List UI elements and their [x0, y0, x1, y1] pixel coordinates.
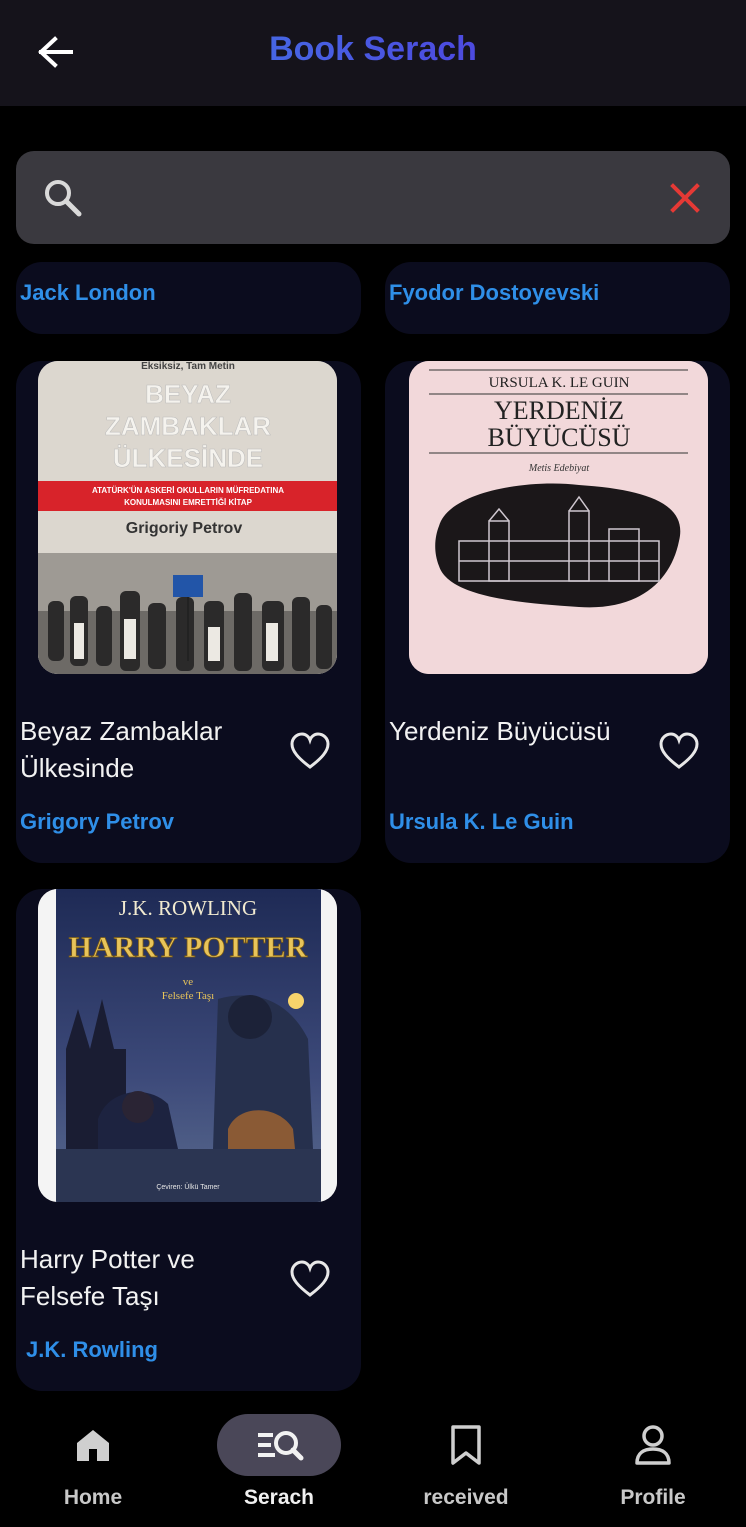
- book-title[interactable]: Yerdeniz Büyücüsü: [389, 713, 639, 750]
- book-cover[interactable]: J.K. ROWLING HARRY POTTER ve Felsefe Taş…: [38, 889, 337, 1202]
- book-cover[interactable]: Eksiksiz, Tam Metin BEYAZ ZAMBAKLAR ÜLKE…: [38, 361, 337, 674]
- book-title[interactable]: Harry Potter ve Felsefe Taşı: [20, 1241, 270, 1315]
- book-author[interactable]: Jack London: [20, 280, 156, 306]
- nav-profile[interactable]: Profile: [588, 1414, 718, 1524]
- cover-title-line: YERDENİZ: [494, 396, 624, 425]
- search-input[interactable]: [106, 171, 650, 225]
- search-icon: [45, 180, 82, 217]
- cover-publisher: Metis Edebiyat: [528, 463, 589, 474]
- cover-title-line: ZAMBAKLAR: [105, 411, 271, 441]
- cover-translator: Çeviren: Ülkü Tamer: [156, 1183, 220, 1191]
- cover-title-line: BÜYÜCÜSÜ: [487, 423, 630, 452]
- cover-author: URSULA K. LE GUIN: [489, 375, 630, 391]
- book-card[interactable]: URSULA K. LE GUIN YERDENİZ BÜYÜCÜSÜ Meti…: [385, 361, 730, 863]
- nav-received[interactable]: received: [401, 1414, 531, 1524]
- cover-title: HARRY POTTER: [69, 931, 308, 964]
- nav-label: Home: [63, 1486, 123, 1509]
- cover-author: J.K. ROWLING: [119, 896, 257, 920]
- nav-home[interactable]: Home: [28, 1414, 158, 1524]
- cover-banner-line: KONULMASINI EMRETTİĞİ KİTAP: [124, 498, 253, 507]
- close-icon[interactable]: [664, 177, 706, 219]
- heart-icon[interactable]: [657, 729, 701, 773]
- book-cover[interactable]: URSULA K. LE GUIN YERDENİZ BÜYÜCÜSÜ Meti…: [409, 361, 708, 674]
- bottom-navigation: Home Serach received Profile: [0, 1400, 746, 1527]
- heart-icon[interactable]: [288, 1257, 332, 1301]
- book-card[interactable]: Fyodor Dostoyevski: [385, 262, 730, 334]
- bookmark-icon: [451, 1425, 481, 1465]
- search-list-icon: [258, 1431, 304, 1461]
- person-icon: [635, 1425, 671, 1465]
- cover-banner-line: ATATÜRK'ÜN ASKERİ OKULLARIN MÜFREDATINA: [92, 486, 284, 495]
- app-bar: Book Serach: [0, 0, 746, 106]
- heart-icon[interactable]: [288, 729, 332, 773]
- cover-subtitle-line: ve: [183, 976, 194, 988]
- search-bar: [16, 151, 730, 244]
- book-author[interactable]: Fyodor Dostoyevski: [389, 280, 599, 306]
- cover-subtitle-line: Felsefe Taşı: [162, 990, 215, 1002]
- book-author[interactable]: J.K. Rowling: [26, 1337, 158, 1363]
- book-card[interactable]: Eksiksiz, Tam Metin BEYAZ ZAMBAKLAR ÜLKE…: [16, 361, 361, 863]
- book-author[interactable]: Ursula K. Le Guin: [389, 809, 574, 835]
- nav-search[interactable]: Serach: [217, 1414, 341, 1524]
- cover-author: Grigoriy Petrov: [126, 520, 243, 537]
- book-author[interactable]: Grigory Petrov: [20, 809, 174, 835]
- cover-top-line: Eksiksiz, Tam Metin: [141, 361, 235, 372]
- home-icon: [77, 1430, 109, 1461]
- nav-label: Profile: [620, 1486, 686, 1509]
- nav-label: Serach: [243, 1486, 315, 1509]
- page-title: Book Serach: [0, 30, 746, 69]
- book-title[interactable]: Beyaz Zambaklar Ülkesinde: [20, 713, 270, 787]
- nav-label: received: [423, 1486, 509, 1509]
- book-card[interactable]: J.K. ROWLING HARRY POTTER ve Felsefe Taş…: [16, 889, 361, 1391]
- cover-title-line: BEYAZ: [145, 379, 231, 409]
- book-card[interactable]: Jack London: [16, 262, 361, 334]
- cover-title-line: ÜLKESİNDE: [113, 443, 263, 473]
